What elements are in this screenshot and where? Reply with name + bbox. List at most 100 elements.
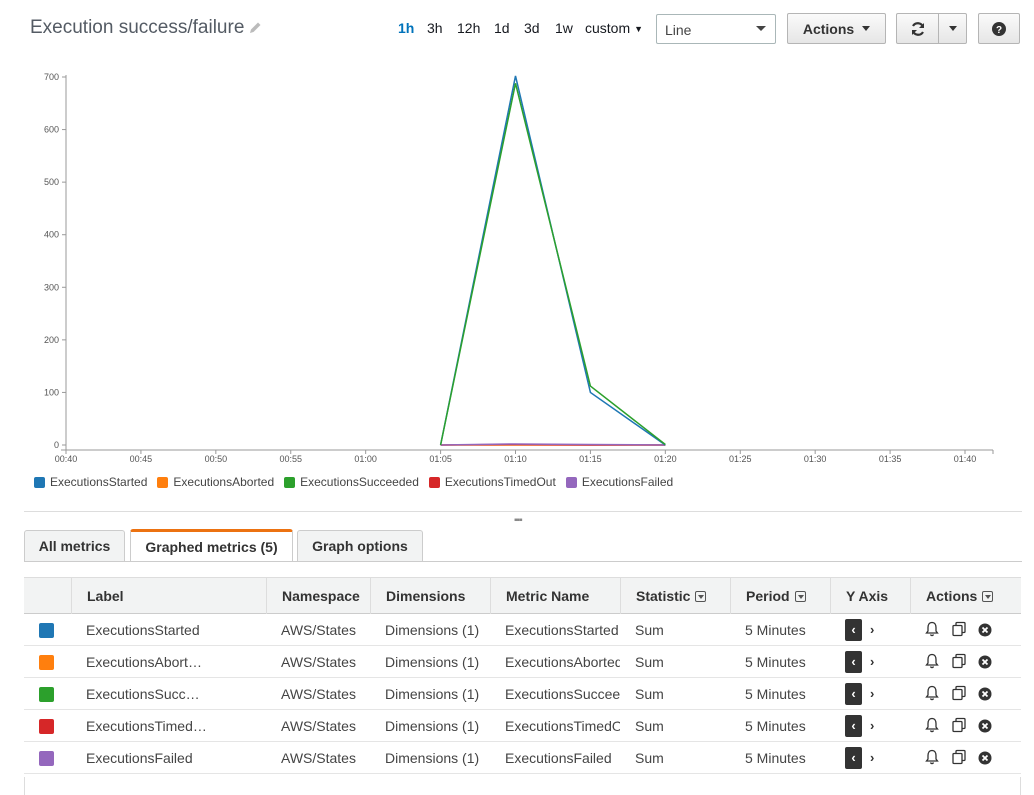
series-line-ExecutionsStarted bbox=[439, 75, 666, 446]
cell-statistic[interactable]: Sum bbox=[635, 742, 715, 774]
color-swatch[interactable] bbox=[39, 751, 54, 766]
color-swatch[interactable] bbox=[39, 655, 54, 670]
tab-graphed-metrics[interactable]: Graphed metrics (5) bbox=[130, 529, 293, 561]
range-1d[interactable]: 1d bbox=[494, 20, 510, 36]
cell-label[interactable]: ExecutionsStarted bbox=[86, 614, 256, 646]
y-tick-label: 700 bbox=[44, 72, 59, 82]
cell-dimensions[interactable]: Dimensions (1) bbox=[385, 742, 485, 774]
table-row: ExecutionsSucc… AWS/States Dimensions (1) E… bbox=[24, 678, 1021, 710]
color-swatch[interactable] bbox=[39, 719, 54, 734]
remove-icon[interactable] bbox=[978, 719, 992, 738]
cell-label[interactable]: ExecutionsTimed… bbox=[86, 710, 256, 742]
help-button[interactable]: ? bbox=[978, 13, 1020, 44]
y-tick-label: 300 bbox=[44, 282, 59, 292]
range-1w[interactable]: 1w bbox=[555, 20, 573, 36]
duplicate-icon[interactable] bbox=[951, 749, 967, 770]
duplicate-icon[interactable] bbox=[951, 685, 967, 706]
cell-label[interactable]: ExecutionsFailed bbox=[86, 742, 256, 774]
x-tick-label: 01:00 bbox=[354, 454, 377, 464]
legend-swatch bbox=[428, 476, 440, 488]
dropdown-icon[interactable] bbox=[695, 591, 707, 602]
duplicate-icon[interactable] bbox=[951, 717, 967, 738]
range-custom[interactable]: custom ▼ bbox=[585, 20, 643, 36]
cell-namespace: AWS/States bbox=[281, 686, 356, 702]
tab-all-metrics[interactable]: All metrics bbox=[24, 530, 125, 561]
range-3h[interactable]: 3h bbox=[427, 20, 443, 36]
y-axis-right-button[interactable]: › bbox=[870, 651, 884, 673]
dropdown-icon[interactable] bbox=[794, 591, 806, 602]
range-12h[interactable]: 12h bbox=[457, 20, 480, 36]
refresh-button[interactable] bbox=[896, 13, 939, 44]
cell-period[interactable]: 5 Minutes bbox=[745, 742, 825, 774]
dropdown-icon[interactable] bbox=[982, 591, 994, 602]
bell-icon[interactable] bbox=[924, 749, 940, 770]
cell-period[interactable]: 5 Minutes bbox=[745, 710, 825, 742]
cell-statistic[interactable]: Sum bbox=[635, 678, 715, 710]
cell-dimensions[interactable]: Dimensions (1) bbox=[385, 614, 485, 646]
bell-icon[interactable] bbox=[924, 621, 940, 642]
series-line-ExecutionsFailed bbox=[440, 443, 666, 446]
y-axis-right-button[interactable]: › bbox=[870, 619, 884, 641]
color-swatch[interactable] bbox=[39, 623, 54, 638]
x-tick-label: 01:35 bbox=[879, 454, 902, 464]
cell-dimensions[interactable]: Dimensions (1) bbox=[385, 646, 485, 678]
range-1h[interactable]: 1h bbox=[398, 20, 414, 36]
legend-item-succeeded[interactable]: ExecutionsSucceeded bbox=[284, 475, 419, 489]
cell-label[interactable]: ExecutionsAbort… bbox=[86, 646, 256, 678]
legend-item-started[interactable]: ExecutionsStarted bbox=[34, 475, 147, 489]
header-statistic[interactable]: Statistic bbox=[620, 578, 730, 614]
refresh-options-button[interactable] bbox=[938, 13, 967, 44]
header-actions-label: Actions bbox=[926, 588, 978, 604]
header-metric-name[interactable]: Metric Name bbox=[490, 578, 620, 614]
legend-item-failed[interactable]: ExecutionsFailed bbox=[565, 475, 673, 489]
header-color bbox=[24, 578, 71, 614]
duplicate-icon[interactable] bbox=[951, 621, 967, 642]
legend-item-aborted[interactable]: ExecutionsAborted bbox=[157, 475, 274, 489]
y-axis-left-button[interactable]: ‹ bbox=[845, 651, 862, 673]
legend-label: ExecutionsStarted bbox=[50, 475, 148, 489]
cell-dimensions[interactable]: Dimensions (1) bbox=[385, 678, 485, 710]
range-3d[interactable]: 3d bbox=[524, 20, 540, 36]
legend-label: ExecutionsSucceeded bbox=[300, 475, 419, 489]
bell-icon[interactable] bbox=[924, 717, 940, 738]
cell-label[interactable]: ExecutionsSucc… bbox=[86, 678, 256, 710]
cell-period[interactable]: 5 Minutes bbox=[745, 614, 825, 646]
bell-icon[interactable] bbox=[924, 653, 940, 674]
cell-period[interactable]: 5 Minutes bbox=[745, 646, 825, 678]
header-period[interactable]: Period bbox=[730, 578, 830, 614]
cell-statistic[interactable]: Sum bbox=[635, 710, 715, 742]
y-axis-right-button[interactable]: › bbox=[870, 715, 884, 737]
y-axis-left-button[interactable]: ‹ bbox=[845, 715, 862, 737]
color-swatch[interactable] bbox=[39, 687, 54, 702]
header-actions[interactable]: Actions bbox=[910, 578, 1021, 614]
y-axis-left-button[interactable]: ‹ bbox=[845, 747, 862, 769]
actions-button[interactable]: Actions bbox=[787, 13, 886, 44]
remove-icon[interactable] bbox=[978, 655, 992, 674]
y-axis-right-button[interactable]: › bbox=[870, 747, 884, 769]
tab-underline bbox=[24, 561, 1022, 562]
resize-handle[interactable]: ▪▪▪ bbox=[514, 515, 523, 526]
y-axis-left-button[interactable]: ‹ bbox=[845, 619, 862, 641]
pencil-icon[interactable] bbox=[249, 21, 262, 34]
header-dimensions[interactable]: Dimensions bbox=[370, 578, 490, 614]
cell-statistic[interactable]: Sum bbox=[635, 646, 715, 678]
cell-dimensions[interactable]: Dimensions (1) bbox=[385, 710, 485, 742]
table-row: ExecutionsStarted AWS/States Dimensions (1… bbox=[24, 614, 1021, 646]
graphed-metrics-table: Label Namespace Dimensions Metric Name S… bbox=[24, 577, 1021, 774]
y-axis-right-button[interactable]: › bbox=[870, 683, 884, 705]
y-axis-left-button[interactable]: ‹ bbox=[845, 683, 862, 705]
remove-icon[interactable] bbox=[978, 623, 992, 642]
header-label[interactable]: Label bbox=[71, 578, 266, 614]
header-namespace[interactable]: Namespace bbox=[266, 578, 370, 614]
cell-statistic[interactable]: Sum bbox=[635, 614, 715, 646]
legend-swatch bbox=[34, 476, 45, 488]
tab-graph-options[interactable]: Graph options bbox=[297, 530, 423, 561]
graph-type-select[interactable]: Line bbox=[656, 14, 776, 44]
duplicate-icon[interactable] bbox=[951, 653, 967, 674]
header-period-label: Period bbox=[746, 588, 790, 604]
legend-item-timedout[interactable]: ExecutionsTimedOut bbox=[428, 475, 556, 489]
bell-icon[interactable] bbox=[924, 685, 940, 706]
remove-icon[interactable] bbox=[978, 687, 992, 706]
remove-icon[interactable] bbox=[978, 751, 992, 770]
cell-period[interactable]: 5 Minutes bbox=[745, 678, 825, 710]
